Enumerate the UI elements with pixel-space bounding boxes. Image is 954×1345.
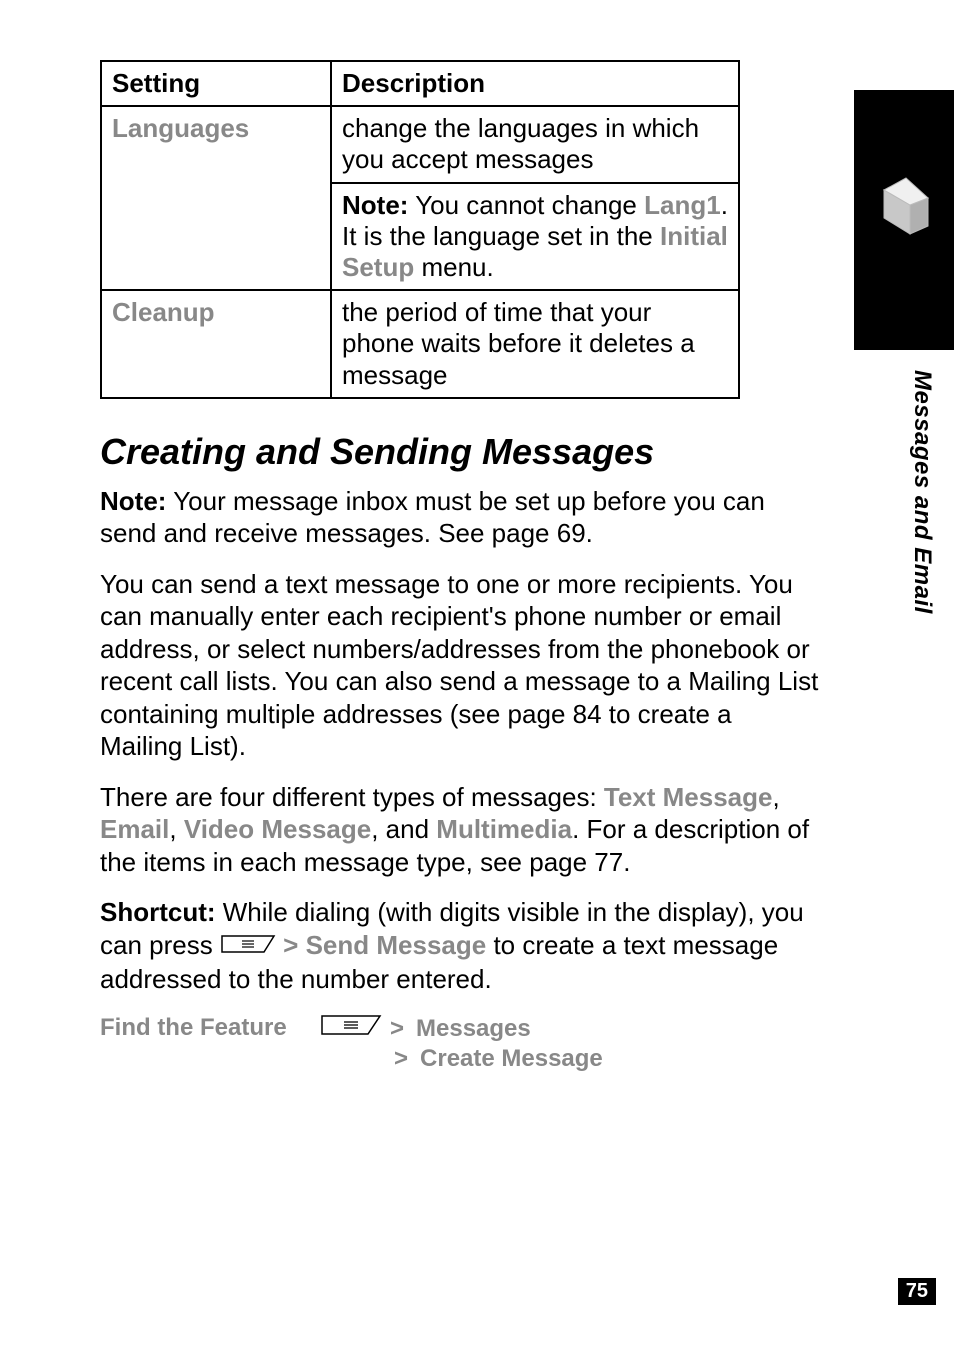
header-description: Description — [331, 61, 739, 106]
feature-step-2: > Create Message — [320, 1045, 854, 1073]
caret-icon: > — [390, 1015, 408, 1043]
type-video-message: Video Message — [184, 814, 371, 844]
p3-c1: , — [772, 782, 779, 812]
table-header-row: Setting Description — [101, 61, 739, 106]
paragraph-note: Note: Your message inbox must be set up … — [100, 485, 820, 550]
cleanup-description: the period of time that your phone waits… — [331, 290, 739, 398]
caret-icon: > — [394, 1045, 412, 1073]
section-title: Creating and Sending Messages — [100, 431, 854, 473]
setting-name-languages: Languages — [112, 113, 249, 143]
create-message-menu-item: Create Message — [420, 1045, 603, 1073]
note-label: Note: — [100, 486, 166, 516]
setting-name-cleanup: Cleanup — [112, 297, 215, 327]
p3-c3: , and — [371, 814, 436, 844]
menu-key-icon — [320, 1014, 382, 1045]
side-section-label: Messages and Email — [908, 370, 936, 614]
envelope-icon — [882, 150, 932, 290]
find-the-feature-block: Find the Feature > Messages > Create Mes… — [100, 1014, 854, 1073]
table-row: Cleanup the period of time that your pho… — [101, 290, 739, 398]
type-text-message: Text Message — [604, 782, 773, 812]
note-text-3: menu. — [414, 252, 494, 282]
send-message-label: Send Message — [306, 930, 487, 960]
table-row: Languages change the languages in which … — [101, 106, 739, 182]
type-email: Email — [100, 814, 169, 844]
languages-note: Note: You cannot change Lang1. It is the… — [331, 183, 739, 291]
languages-description: change the languages in which you accept… — [331, 106, 739, 182]
note-text-1: You cannot change — [408, 190, 644, 220]
page-container: Messages and Email Setting Description L… — [0, 0, 954, 1345]
header-setting: Setting — [101, 61, 331, 106]
p3-c2: , — [169, 814, 183, 844]
feature-step-1: > Messages — [320, 1014, 854, 1045]
side-tab — [854, 90, 954, 350]
paragraph-body-2: There are four different types of messag… — [100, 781, 820, 879]
note-label: Note: — [342, 190, 408, 220]
paragraph-body-1: You can send a text message to one or mo… — [100, 568, 820, 763]
paragraph-shortcut: Shortcut: While dialing (with digits vis… — [100, 896, 820, 995]
shortcut-label: Shortcut: — [100, 897, 216, 927]
caret: > — [276, 930, 306, 960]
note-text: Your message inbox must be set up before… — [100, 486, 765, 549]
p3-pre: There are four different types of messag… — [100, 782, 604, 812]
page-number: 75 — [898, 1278, 936, 1305]
type-multimedia: Multimedia — [436, 814, 572, 844]
find-the-feature-label: Find the Feature — [100, 1014, 320, 1073]
menu-key-icon — [220, 931, 276, 964]
messages-menu-item: Messages — [416, 1015, 531, 1043]
settings-table: Setting Description Languages change the… — [100, 60, 740, 399]
feature-steps: > Messages > Create Message — [320, 1014, 854, 1073]
lang1-label: Lang1 — [644, 190, 721, 220]
